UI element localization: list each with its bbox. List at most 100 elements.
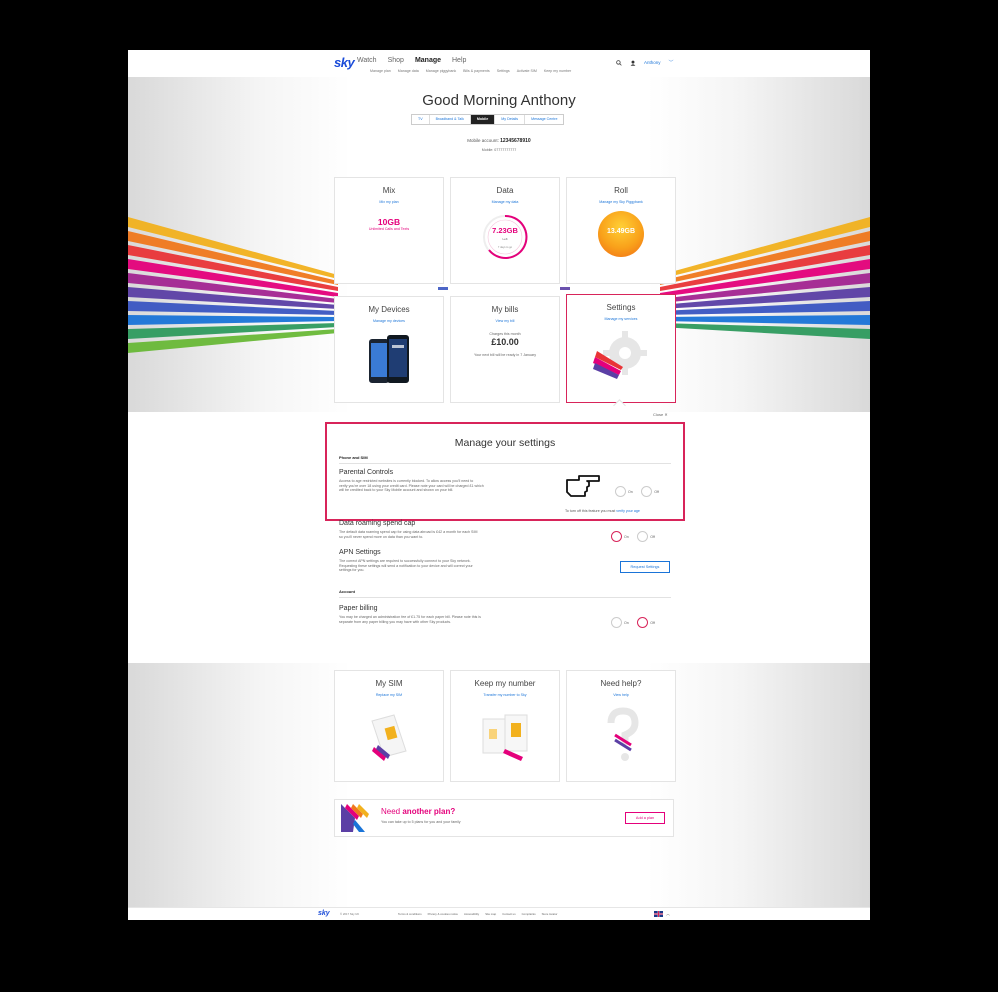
on-label: On — [628, 489, 633, 494]
manage-services-link[interactable]: Manage my services — [567, 317, 675, 321]
footnote-text: To turn off this feature you must — [565, 509, 616, 513]
card-my-bills[interactable]: My bills View my bill Charges this month… — [450, 296, 560, 403]
card-title: Mix — [382, 186, 396, 195]
tab-tv[interactable]: TV — [412, 115, 430, 124]
paper-billing-radio-group: On Off — [611, 614, 659, 632]
close-settings-button[interactable]: Close ✕ — [653, 412, 668, 417]
manage-devices-link[interactable]: Manage my devices — [335, 319, 443, 323]
charges-label: Charges this month — [489, 332, 521, 336]
allowance-note: Unlimited Calls and Texts — [368, 227, 410, 231]
card-title: Data — [496, 186, 514, 195]
nav-shop[interactable]: Shop — [388, 57, 404, 64]
add-plan-button[interactable]: Add a plan — [625, 812, 665, 824]
subnav-manage-plan[interactable]: Manage plan — [370, 69, 391, 73]
uk-flag-icon[interactable] — [654, 911, 663, 917]
account-tabs: TV Broadband & Talk Mobile My Details Me… — [411, 114, 565, 125]
view-help-link[interactable]: View help — [567, 693, 675, 697]
subnav-manage-piggybank[interactable]: Manage piggybank — [426, 69, 456, 73]
card-keep-number[interactable]: Keep my number Transfer my number to Sky — [450, 670, 560, 782]
paper-billing-desc: You may be charged an administration fee… — [339, 615, 579, 624]
tab-my-details[interactable]: My Details — [495, 115, 526, 124]
card-data[interactable]: Data Manage my data 7.23GB Left 7 days t… — [450, 177, 560, 284]
card-title: Need help? — [600, 679, 642, 688]
data-left-label: Left — [502, 237, 508, 241]
plan-title: Need another plan? — [381, 807, 455, 816]
card-title: Roll — [614, 186, 628, 195]
replace-sim-link[interactable]: Replace my SIM — [335, 693, 443, 697]
bill-amount: £10.00 — [491, 337, 519, 347]
subnav-manage-data[interactable]: Manage data — [398, 69, 419, 73]
chevron-down-icon[interactable]: ﹀ — [669, 59, 674, 66]
footer-link[interactable]: Contact us — [502, 912, 515, 916]
copyright: © 2017 Sky UK — [340, 912, 360, 916]
footer-logo[interactable]: sky — [318, 910, 330, 917]
divider — [339, 463, 671, 464]
section-account: Account — [339, 589, 355, 594]
data-allowance: 10GB — [377, 217, 401, 227]
tab-mobile[interactable]: Mobile — [470, 115, 496, 124]
search-icon[interactable] — [616, 59, 622, 66]
sky-manage-page: sky Watch Shop Manage Help Manage plan M… — [128, 50, 870, 920]
roaming-title: Data roaming spend cap — [339, 520, 416, 527]
mix-plan-link[interactable]: Mix my plan — [335, 200, 443, 204]
paper-off-radio[interactable] — [637, 617, 649, 629]
footer-link[interactable]: Complaints — [522, 912, 536, 916]
user-name[interactable]: Anthony — [644, 60, 661, 65]
parental-on-radio[interactable] — [615, 486, 626, 498]
nav-watch[interactable]: Watch — [357, 57, 377, 64]
subnav-settings[interactable]: Settings — [497, 69, 510, 73]
on-label: On — [624, 620, 629, 625]
footer-link[interactable]: Terms & conditions — [398, 912, 422, 916]
subnav-keep-number[interactable]: Keep my number — [544, 69, 571, 73]
subnav-activate-sim[interactable]: Activate SIM — [517, 69, 537, 73]
piggybank-link[interactable]: Manage my Sky Piggybank — [567, 200, 675, 204]
parental-radio-group: On Off — [615, 483, 663, 501]
card-roll[interactable]: Roll Manage my Sky Piggybank 13.49GB — [566, 177, 676, 284]
footer-link[interactable]: Privacy & cookies notice — [428, 912, 458, 916]
subnav-bills[interactable]: Bills & payments — [463, 69, 490, 73]
card-my-sim[interactable]: My SIM Replace my SIM — [334, 670, 444, 782]
footer-link[interactable]: Site map — [485, 912, 496, 916]
parental-controls-desc: Access to age restricted websites is cur… — [339, 479, 569, 493]
tab-broadband[interactable]: Broadband & Talk — [430, 115, 471, 124]
parental-controls-title: Parental Controls — [339, 469, 394, 476]
sub-nav: Manage plan Manage data Manage piggybank… — [370, 69, 571, 73]
page-title: Good Morning Anthony — [422, 92, 576, 109]
request-settings-button[interactable]: Request Settings — [620, 561, 670, 573]
sky-logo[interactable]: sky — [334, 55, 355, 70]
pointing-hand-icon — [566, 475, 600, 497]
card-my-devices[interactable]: My Devices Manage my devices — [334, 296, 444, 403]
footer-link[interactable]: Store locator — [542, 912, 558, 916]
manage-data-link[interactable]: Manage my data — [451, 200, 559, 204]
roaming-off-radio[interactable] — [637, 531, 649, 543]
transfer-number-link[interactable]: Transfer my number to Sky — [451, 693, 559, 697]
account-number: 12345678910 — [500, 138, 531, 144]
another-plan-banner: Need another plan? You can take up to 5 … — [334, 799, 674, 837]
card-settings[interactable]: Settings Manage my services — [566, 294, 676, 403]
paper-billing-title: Paper billing — [339, 605, 378, 612]
account-icon[interactable] — [630, 60, 636, 66]
card-need-help[interactable]: Need help? View help — [566, 670, 676, 782]
rainbow-logo-graphic — [341, 804, 369, 832]
chevron-up-icon[interactable]: ︿ — [666, 911, 670, 917]
roaming-on-radio[interactable] — [611, 531, 622, 543]
card-title: My bills — [491, 305, 519, 314]
section-phone-sim: Phone and SIM — [339, 455, 368, 460]
footer-link[interactable]: Accessibility — [464, 912, 479, 916]
verify-age-link[interactable]: verify your age — [616, 509, 640, 513]
parental-off-radio[interactable] — [641, 486, 653, 498]
mobile-account: Mobile account: 12345678910 — [128, 138, 870, 144]
piggybank-orb: 13.49GB — [598, 211, 644, 257]
paper-on-radio[interactable] — [611, 617, 622, 629]
nav-help[interactable]: Help — [452, 57, 466, 64]
view-bill-link[interactable]: View my bill — [451, 319, 559, 323]
card-title: Keep my number — [474, 679, 536, 688]
card-mix[interactable]: Mix Mix my plan 10GB Unlimited Calls and… — [334, 177, 444, 284]
phones-image — [369, 335, 409, 383]
tab-message-centre[interactable]: Message Centre — [525, 115, 563, 124]
nav-manage[interactable]: Manage — [415, 57, 441, 64]
desc-line: will be credited back to your Sky Mobile… — [339, 488, 454, 493]
off-label: Off — [650, 534, 655, 539]
divider — [339, 597, 671, 598]
rollover-amount: 13.49GB — [606, 228, 636, 235]
